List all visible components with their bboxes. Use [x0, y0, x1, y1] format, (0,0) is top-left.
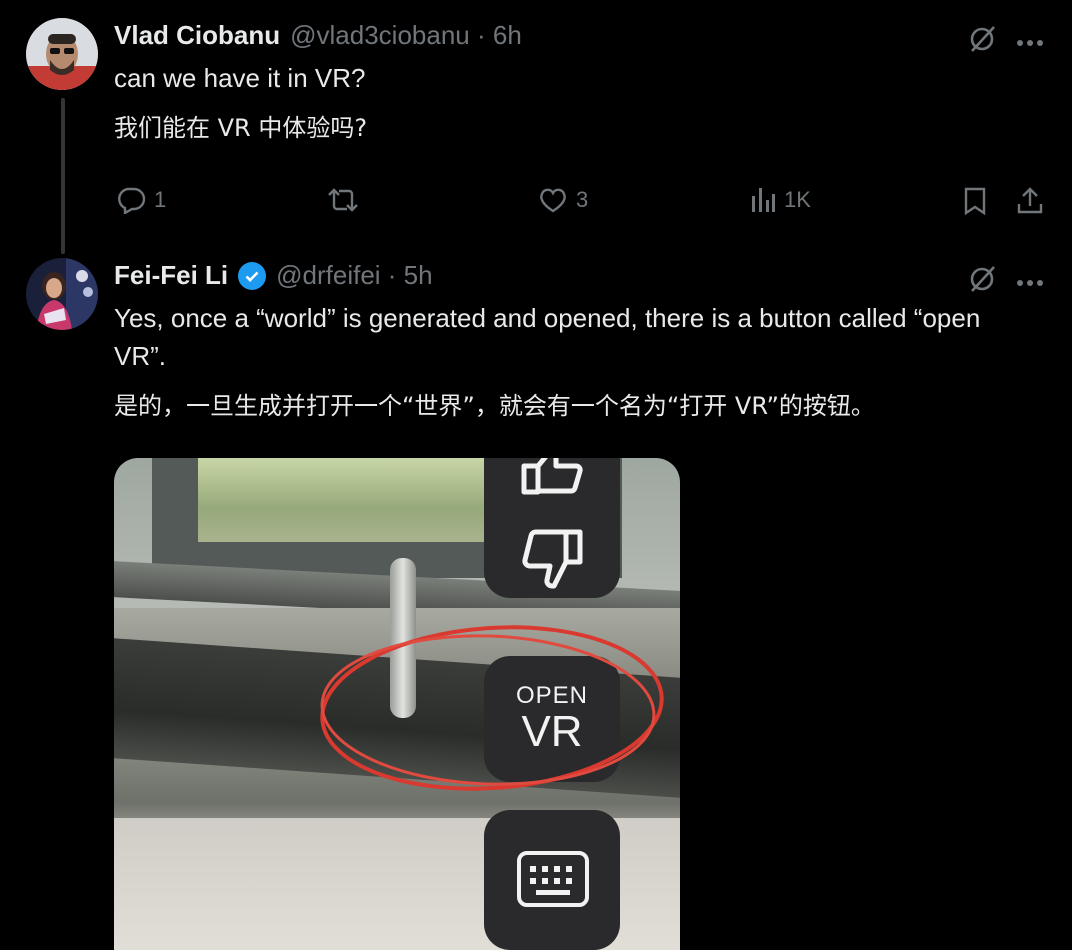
thumbs-panel: [484, 458, 620, 598]
like-button[interactable]: 3: [538, 186, 588, 214]
tweet2-header: Fei-Fei Li @drfeifei · 5h: [114, 260, 433, 291]
thumbs-down-icon[interactable]: [522, 528, 584, 599]
more-icon[interactable]: [1016, 34, 1044, 52]
tweet1-handle-time[interactable]: @vlad3ciobanu · 6h: [290, 20, 522, 51]
tweet1-author-name[interactable]: Vlad Ciobanu: [114, 20, 280, 51]
tweet2-handle-time[interactable]: @drfeifei · 5h: [276, 260, 432, 291]
avatar-feifei[interactable]: [26, 258, 98, 330]
retweet-button[interactable]: [326, 186, 360, 214]
like-count: 3: [576, 187, 589, 212]
keyboard-icon: [516, 850, 590, 913]
views-icon: [752, 188, 775, 212]
tweet2-media-image[interactable]: OPEN VR: [114, 458, 680, 950]
avatar-feifei-image: [26, 258, 98, 330]
bookmark-icon[interactable]: [962, 186, 988, 221]
red-highlight-circle: [320, 625, 664, 791]
reply-icon: [118, 187, 146, 214]
tweet1-text-cn: 我们能在 VR 中体验吗?: [114, 114, 368, 142]
more-icon[interactable]: [1016, 274, 1044, 292]
heart-icon: [540, 188, 566, 213]
tweet2-text-en-line2: VR”.: [114, 341, 166, 371]
retweet-icon: [328, 188, 358, 212]
grok-icon[interactable]: [966, 22, 998, 59]
tweet1-header: Vlad Ciobanu @vlad3ciobanu · 6h: [114, 20, 522, 51]
avatar-vlad-image: [26, 18, 98, 90]
thumbs-up-icon[interactable]: [520, 458, 584, 505]
tweet2-text-cn: 是的，一旦生成并打开一个“世界”，就会有一个名为“打开 VR”的按钮。: [114, 392, 875, 420]
thread-line: [61, 98, 65, 254]
tweet1-text-en: can we have it in VR?: [114, 63, 366, 93]
reply-button[interactable]: 1: [116, 186, 166, 214]
verified-badge-icon: [238, 261, 267, 290]
reply-count: 1: [154, 187, 167, 212]
avatar-vlad[interactable]: [26, 18, 98, 90]
tweet2-text-en-line1: Yes, once a “world” is generated and ope…: [114, 303, 981, 333]
share-icon[interactable]: [1016, 186, 1044, 221]
keyboard-button[interactable]: [484, 810, 620, 950]
grok-icon[interactable]: [966, 262, 998, 299]
views-count: 1K: [784, 187, 811, 212]
tweet2-author-name[interactable]: Fei-Fei Li: [114, 260, 228, 291]
views-button[interactable]: 1K: [750, 186, 811, 214]
